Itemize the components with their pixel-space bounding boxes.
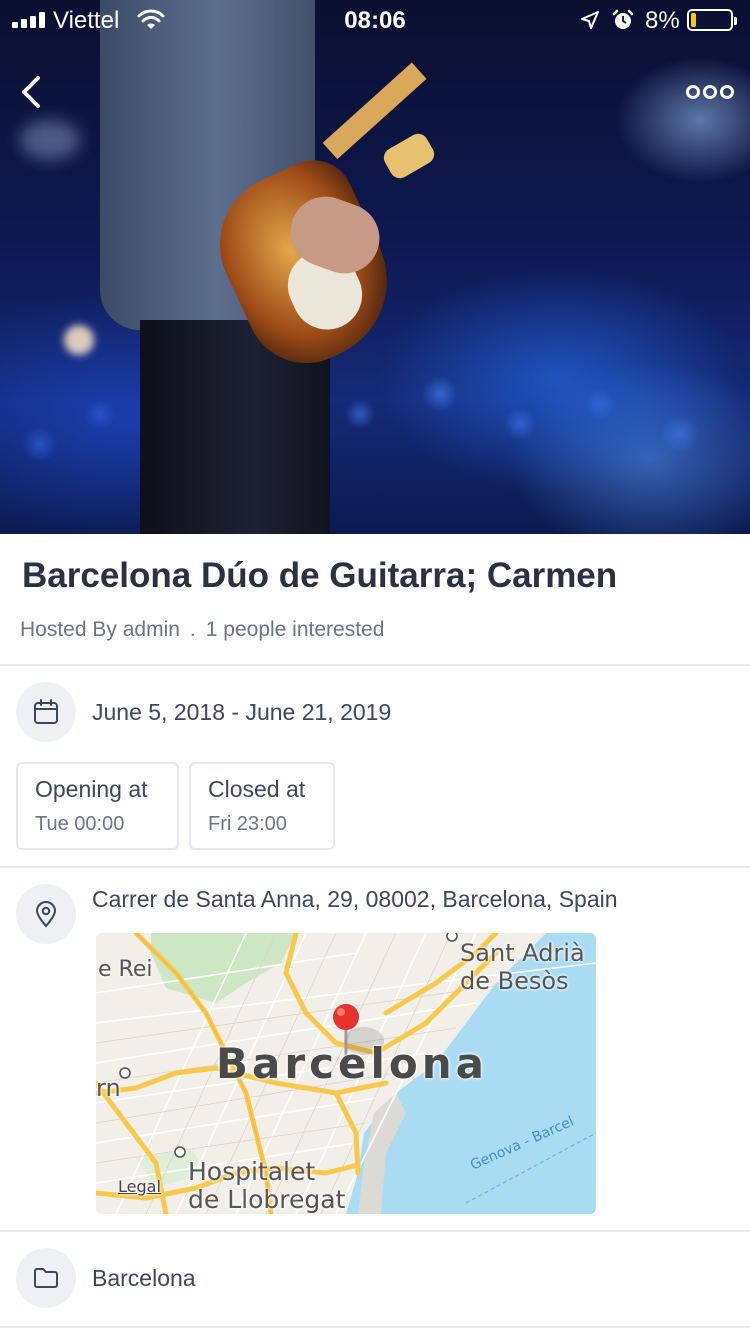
map-label: de Besòs <box>460 967 569 995</box>
interested-count: 1 people interested <box>205 618 385 641</box>
map-legal-link[interactable]: Legal <box>118 1177 161 1196</box>
opening-time-card: Opening at Tue 00:00 <box>16 762 179 850</box>
closed-value: Fri 23:00 <box>208 813 287 835</box>
host-link[interactable]: Hosted By admin <box>20 618 180 641</box>
date-icon-badge <box>16 682 76 742</box>
event-meta: Hosted By admin. 1 people interested <box>20 618 384 642</box>
status-bar: Viettel 08:06 8% <box>0 0 750 40</box>
event-date-range: June 5, 2018 - June 21, 2019 <box>92 699 392 725</box>
map-label: de Llobregat <box>188 1185 346 1214</box>
back-button[interactable] <box>14 72 54 112</box>
closing-time-card: Closed at Fri 23:00 <box>189 762 335 850</box>
location-icon-badge <box>16 884 76 944</box>
map-pin-icon <box>35 901 57 928</box>
opening-label: Opening at <box>35 776 148 802</box>
map-city-label: Barcelona <box>216 1039 488 1088</box>
divider <box>0 1230 750 1232</box>
location-map[interactable]: e Rei Sant Adrià de Besòs Barcelona rn H… <box>96 933 596 1214</box>
clock: 08:06 <box>344 7 406 34</box>
map-label: Sant Adrià <box>460 939 585 967</box>
event-cover-image <box>0 0 750 534</box>
map-label: e Rei <box>98 957 153 982</box>
map-label: rn <box>96 1074 121 1102</box>
meta-separator: . <box>189 618 196 641</box>
map-marker-icon <box>333 1004 359 1030</box>
calendar-icon <box>34 699 58 724</box>
category-icon-badge <box>16 1248 76 1308</box>
divider <box>0 664 750 666</box>
more-dots-icon <box>686 85 700 99</box>
alarm-icon <box>612 9 634 29</box>
closed-label: Closed at <box>208 776 306 802</box>
opening-value: Tue 00:00 <box>35 813 125 835</box>
folder-icon <box>34 1268 58 1288</box>
map-label: Hospitalet <box>188 1157 316 1186</box>
battery-icon <box>687 9 737 31</box>
battery-percent: 8% <box>645 7 680 34</box>
location-arrow-icon <box>581 11 599 29</box>
event-category[interactable]: Barcelona <box>92 1265 196 1292</box>
event-title: Barcelona Dúo de Guitarra; Carmen <box>22 556 618 595</box>
divider <box>0 866 750 868</box>
more-options-button[interactable] <box>680 78 736 106</box>
divider <box>0 1326 750 1328</box>
event-address[interactable]: Carrer de Santa Anna, 29, 08002, Barcelo… <box>92 886 618 913</box>
